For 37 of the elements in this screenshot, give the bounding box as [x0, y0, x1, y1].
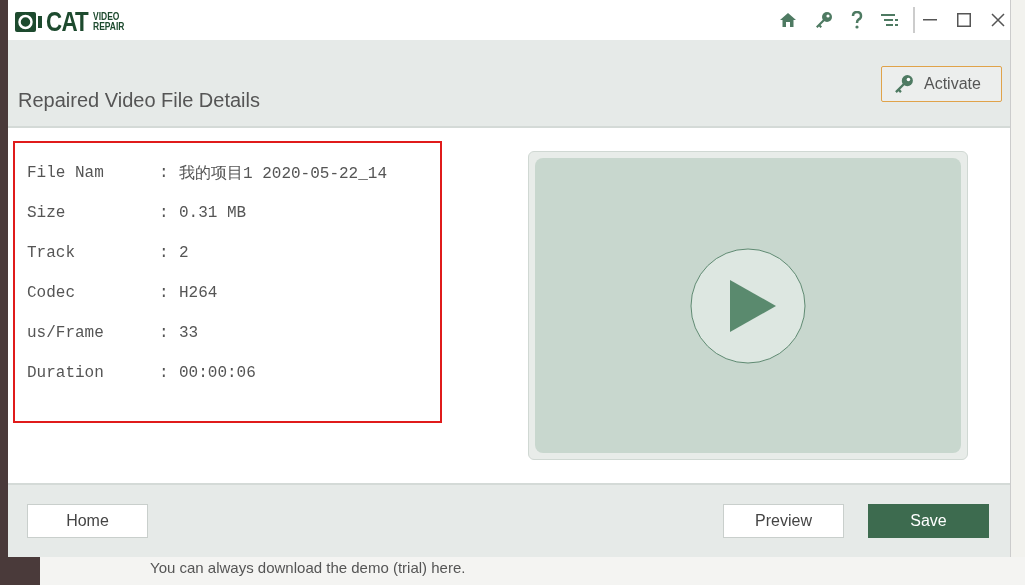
detail-label: Track — [27, 244, 76, 262]
page-title: Repaired Video File Details — [18, 89, 260, 112]
key-icon — [894, 74, 914, 94]
detail-label: Size — [27, 204, 67, 222]
footer-button[interactable]: Home — [27, 504, 148, 538]
minimize-icon[interactable] — [923, 19, 937, 21]
detail-value: H264 — [179, 284, 219, 302]
detail-separator: : — [159, 324, 170, 342]
logo-mark: CAT — [46, 8, 88, 36]
footer-button[interactable]: Preview — [723, 504, 844, 538]
detail-label: File Nam — [27, 164, 105, 182]
detail-separator: : — [159, 164, 170, 182]
detail-value: 我的项目1 2020-05-22_14 — [179, 163, 389, 184]
home-icon[interactable] — [779, 12, 797, 28]
logo-text: REPAIR — [93, 22, 125, 32]
detail-value: 2 — [179, 244, 190, 262]
maximize-icon[interactable] — [957, 13, 971, 27]
detail-value: 0.31 MB — [179, 204, 248, 222]
detail-value: 00:00:06 — [179, 364, 257, 382]
detail-separator: : — [159, 284, 170, 302]
key-icon[interactable] — [815, 11, 833, 29]
help-icon[interactable] — [851, 11, 863, 29]
detail-separator: : — [159, 204, 170, 222]
detail-label: us/Frame — [27, 324, 105, 342]
camera-icon — [15, 10, 43, 34]
close-icon[interactable] — [991, 13, 1005, 27]
logo-text: VIDEO — [93, 12, 121, 22]
detail-separator: : — [159, 364, 170, 382]
detail-value: 33 — [179, 324, 200, 342]
detail-separator: : — [159, 244, 170, 262]
background-text: You can always download the demo (trial) here. — [150, 561, 466, 575]
detail-label: Duration — [27, 364, 105, 382]
activate-button[interactable]: Activate — [881, 66, 1002, 102]
menu-icon[interactable] — [881, 13, 899, 27]
play-icon[interactable] — [690, 247, 806, 364]
save-button[interactable]: Save — [868, 504, 989, 538]
detail-label: Codec — [27, 284, 76, 302]
